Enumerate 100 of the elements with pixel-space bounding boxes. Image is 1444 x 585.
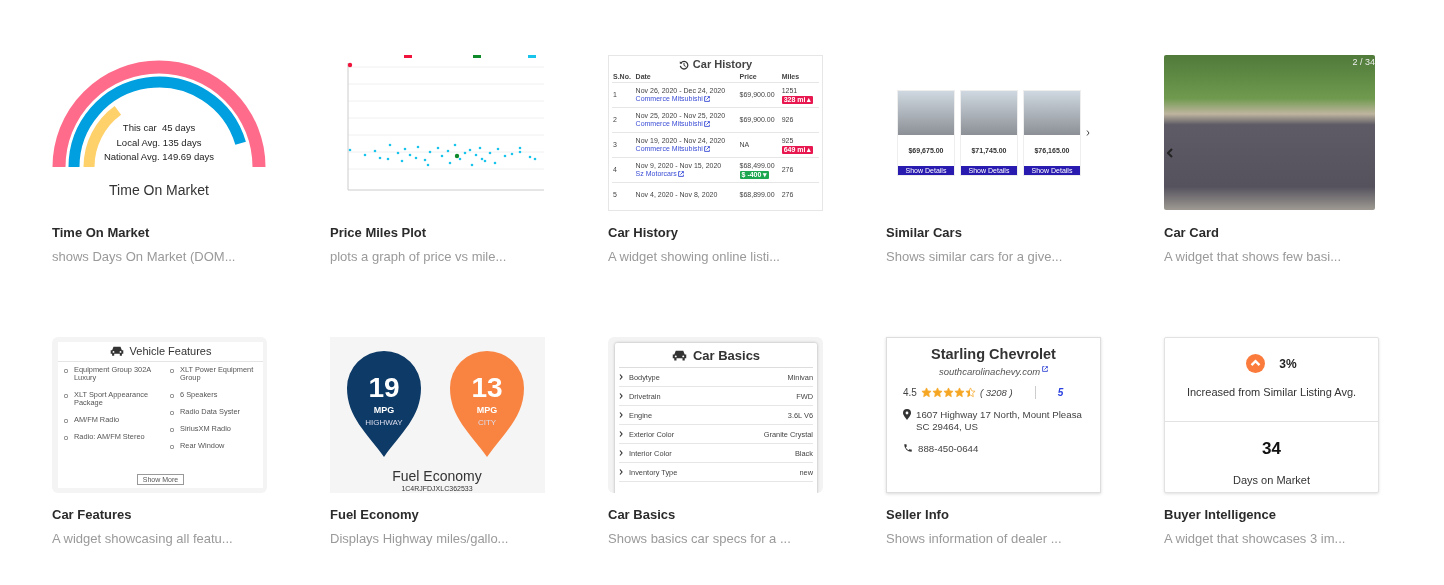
days-value: 34 bbox=[1262, 439, 1281, 459]
gauge-reading: National Avg. 149.69 days bbox=[103, 151, 215, 162]
data-point bbox=[403, 147, 407, 151]
mpg-value: 13 bbox=[471, 372, 503, 403]
chevron-icon bbox=[619, 412, 623, 418]
widget-description: A widget that showcases 3 im... bbox=[1164, 530, 1347, 548]
data-point bbox=[396, 151, 400, 155]
data-point bbox=[428, 150, 432, 154]
mpg-unit: MPG bbox=[476, 405, 498, 415]
data-point bbox=[347, 62, 353, 68]
change-label: Increased from Similar Listing Avg. bbox=[1186, 386, 1357, 398]
external-link-icon bbox=[703, 121, 710, 127]
widget-title[interactable]: Car Basics bbox=[608, 506, 823, 524]
data-point bbox=[446, 149, 450, 153]
data-point bbox=[416, 145, 420, 149]
widget-heading: Fuel Economy bbox=[392, 468, 482, 484]
car-photo-placeholder bbox=[961, 91, 1017, 135]
widget-title[interactable]: Similar Cars bbox=[886, 224, 1101, 242]
data-point bbox=[470, 163, 474, 167]
chevron-icon bbox=[619, 469, 623, 475]
widget-description: A widget that shows few basi... bbox=[1164, 248, 1343, 266]
mpg-label: HIGHWAY bbox=[365, 418, 403, 427]
dealer-name: Starling Chevrolet bbox=[930, 346, 1057, 362]
gauge-caption: Time On Market bbox=[109, 182, 209, 198]
chevron-icon bbox=[619, 374, 623, 380]
widget-title[interactable]: Car Features bbox=[52, 506, 267, 524]
legend-swatch bbox=[528, 55, 536, 58]
star-icon bbox=[920, 387, 932, 398]
mpg-unit: MPG bbox=[373, 405, 395, 415]
external-link-icon bbox=[703, 96, 710, 102]
data-point bbox=[388, 143, 392, 147]
phone-icon bbox=[903, 443, 913, 453]
star-icon bbox=[953, 387, 965, 398]
data-point bbox=[503, 154, 507, 158]
data-point bbox=[510, 152, 514, 156]
car-photo-placeholder bbox=[898, 91, 954, 135]
data-point bbox=[414, 156, 418, 160]
dealer-address: 1607 Highway 17 North, Mount Pleasa SC 29464, US bbox=[916, 409, 1082, 433]
widget-heading: Car History bbox=[692, 58, 753, 71]
external-link-icon bbox=[703, 146, 710, 152]
data-point bbox=[478, 146, 482, 150]
history-icon bbox=[678, 59, 689, 70]
widget-title[interactable]: Car Card bbox=[1164, 224, 1379, 242]
data-point bbox=[440, 154, 444, 158]
dealer-website-link[interactable]: southcarolinachevy.com bbox=[938, 366, 1041, 377]
chevron-icon bbox=[619, 450, 623, 456]
data-point bbox=[400, 159, 404, 163]
widget-description: Displays Highway miles/gallo... bbox=[330, 530, 510, 548]
data-point bbox=[474, 153, 478, 157]
data-point bbox=[496, 147, 500, 151]
data-point bbox=[493, 161, 497, 165]
data-point bbox=[363, 153, 367, 157]
mpg-label: CITY bbox=[477, 418, 497, 427]
chevron-icon bbox=[619, 393, 623, 399]
widget-title[interactable]: Price Miles Plot bbox=[330, 224, 545, 242]
data-point bbox=[348, 148, 352, 152]
review-count: ( 3208 ) bbox=[979, 387, 1013, 398]
chevron-icon bbox=[619, 431, 623, 437]
data-point bbox=[436, 146, 440, 150]
external-link-icon bbox=[677, 171, 684, 177]
reviews-link[interactable]: 5 bbox=[1057, 387, 1064, 398]
widget-title[interactable]: Buyer Intelligence bbox=[1164, 506, 1379, 524]
star-icon bbox=[964, 387, 976, 398]
chevron-up-circle-icon bbox=[1246, 354, 1266, 373]
external-link-icon bbox=[1042, 366, 1049, 372]
data-point bbox=[386, 157, 390, 161]
dealer-phone: 888-450-0644 bbox=[918, 443, 979, 455]
gauge-reading: Local Avg. 135 days bbox=[116, 136, 202, 148]
gauge-reading: This car 45 days bbox=[122, 122, 196, 133]
widget-description: Shows similar cars for a give... bbox=[886, 248, 1064, 266]
data-point bbox=[408, 153, 412, 157]
car-icon bbox=[671, 350, 687, 361]
star-icon bbox=[931, 387, 943, 398]
widget-description: Shows basics car specs for a ... bbox=[608, 530, 792, 548]
star-icon bbox=[942, 387, 954, 398]
rating-value: 4.5 bbox=[903, 387, 917, 398]
widget-description: shows Days On Market (DOM... bbox=[52, 248, 237, 266]
data-point bbox=[453, 143, 457, 147]
data-point bbox=[488, 151, 492, 155]
mpg-value: 19 bbox=[368, 372, 400, 403]
widget-description: plots a graph of price vs mile... bbox=[330, 248, 508, 266]
days-label: Days on Market bbox=[1233, 474, 1310, 486]
change-percent: 3% bbox=[1279, 356, 1297, 371]
data-point bbox=[378, 156, 382, 160]
car-photo-placeholder bbox=[1024, 91, 1080, 135]
widget-title[interactable]: Car History bbox=[608, 224, 823, 242]
car-icon bbox=[109, 346, 124, 356]
widget-title[interactable]: Seller Info bbox=[886, 506, 1101, 524]
widget-title[interactable]: Fuel Economy bbox=[330, 506, 545, 524]
data-point bbox=[373, 149, 377, 153]
widget-description: Shows information of dealer ... bbox=[886, 530, 1063, 548]
legend-swatch bbox=[473, 55, 481, 58]
data-point bbox=[448, 161, 452, 165]
widget-title[interactable]: Time On Market bbox=[52, 224, 267, 242]
widget-description: A widget showcasing all featu... bbox=[52, 530, 234, 548]
legend-swatch bbox=[404, 55, 412, 58]
location-pin-icon bbox=[903, 409, 911, 420]
photo-counter: 2 / 34 bbox=[1352, 57, 1375, 67]
widget-heading: Car Basics bbox=[692, 348, 761, 363]
widget-description: A widget showing online listi... bbox=[608, 248, 781, 266]
